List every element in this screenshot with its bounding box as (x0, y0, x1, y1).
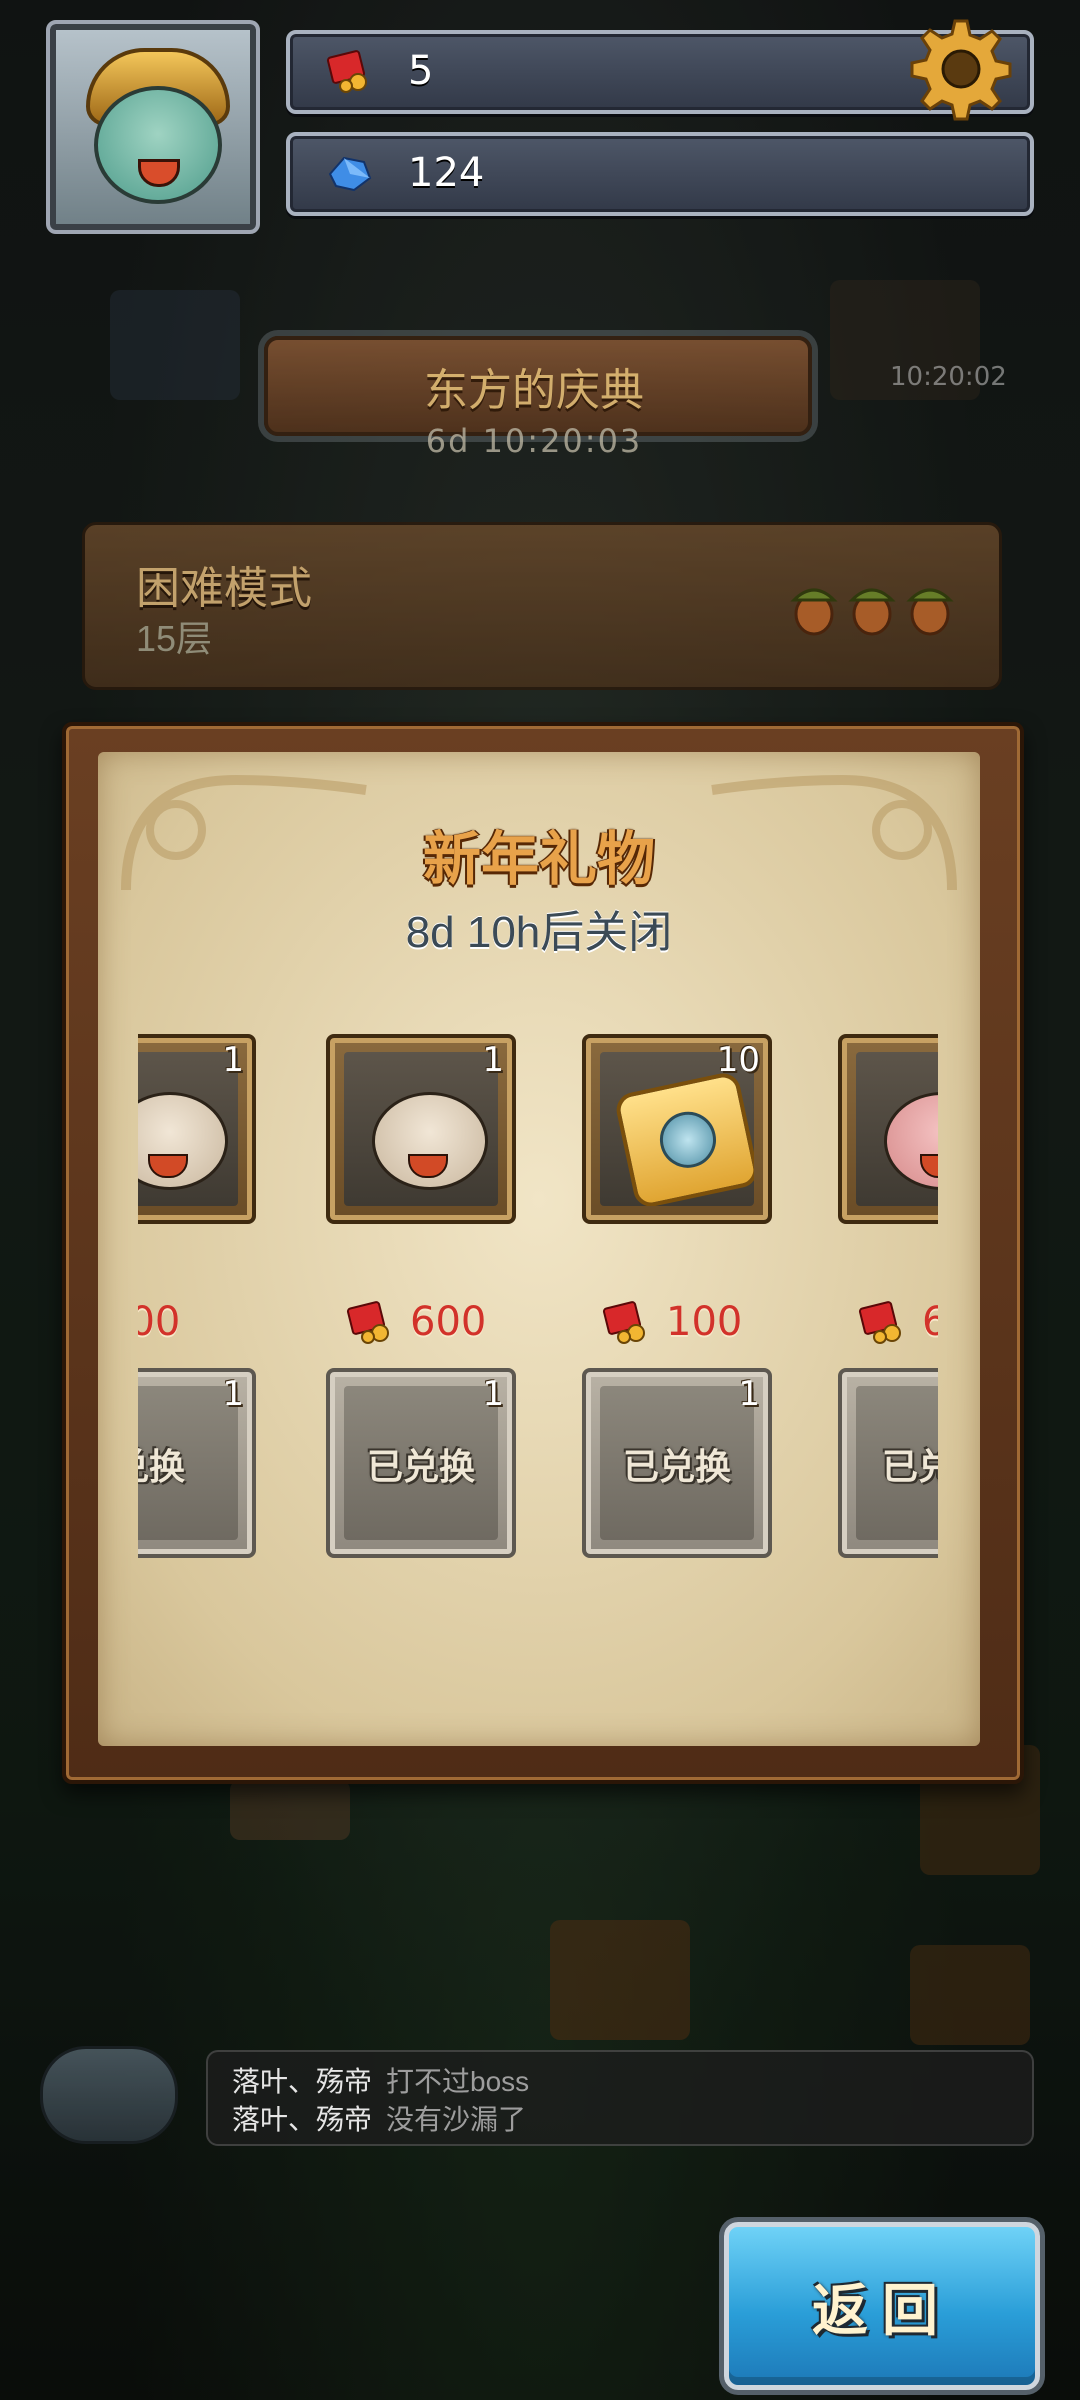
gift-panel-closing-time: 8d 10h后关闭 (405, 908, 673, 957)
reward-row: 1 1 10 600 (138, 1034, 938, 1345)
reward-tile-hero[interactable]: 1 (326, 1034, 516, 1224)
chat-radio-icon[interactable] (40, 2046, 178, 2144)
tile-inner (344, 1052, 498, 1206)
redeemed-label: 已兑换 (366, 1446, 475, 1487)
gift-panel-title: 新年礼物 (422, 827, 655, 892)
acorn-icon (790, 588, 838, 636)
acorn-icon (848, 588, 896, 636)
hard-mode-title: 困难模式 (136, 564, 312, 613)
reward-count: 10 (716, 1040, 760, 1080)
reward-carousel[interactable]: 1 1 10 600 (138, 1010, 938, 1610)
price-value: 600 (410, 1299, 487, 1345)
back-button[interactable]: 返回 (724, 2222, 1040, 2390)
redeemed-count: 1 (482, 1374, 504, 1414)
redeemed-label: 已兑换 (882, 1446, 938, 1487)
gem-currency-bar[interactable]: 124 (286, 132, 1034, 216)
chat-text: 没有沙漏了 (386, 2104, 527, 2135)
price-value: 600 (922, 1299, 938, 1345)
price-value: 100 (666, 1299, 743, 1345)
blue-gem-icon (324, 150, 374, 196)
reward-count: 1 (222, 1040, 244, 1080)
chat-text: 打不过boss (386, 2066, 530, 2097)
reward-price: 100 (600, 1292, 800, 1352)
reward-tile-puzzle[interactable]: 10 (582, 1034, 772, 1224)
chat-user: 落叶、殇帝 (232, 2066, 373, 2097)
hard-mode-floor: 15层 (136, 618, 213, 659)
reward-price: 600 (138, 1292, 304, 1352)
acorn-icons (788, 576, 956, 636)
player-avatar[interactable] (46, 20, 260, 234)
price-value: 600 (138, 1299, 181, 1345)
red-envelope-icon (602, 1301, 645, 1344)
redeemed-row: 已兑换 1 已兑换 1 已兑换 1 已兑换 (138, 1368, 938, 1568)
reward-price: 600 (344, 1292, 544, 1352)
puzzle-gem (654, 1106, 722, 1174)
redeemed-tile[interactable]: 已兑换 1 (138, 1368, 256, 1558)
side-building-timer: 10:20:02 (890, 362, 1007, 392)
tile-inner (856, 1052, 938, 1206)
redeemed-count: 1 (738, 1374, 760, 1414)
event-countdown: 6d 10:20:03 (425, 422, 643, 460)
redeemed-tile[interactable]: 已兑换 1 (326, 1368, 516, 1558)
redeemed-label: 已兑换 (622, 1446, 731, 1487)
reward-tile-hero[interactable]: 1 (138, 1034, 256, 1224)
red-envelope-icon (324, 48, 374, 94)
redeemed-label: 已兑换 (138, 1446, 185, 1487)
hero-portrait-icon (138, 1092, 228, 1190)
puzzle-piece-icon (613, 1070, 754, 1206)
red-envelope-icon (858, 1301, 901, 1344)
reward-tile-hero[interactable] (838, 1034, 938, 1224)
red-envelope-icon (346, 1301, 389, 1344)
chat-message: 落叶、殇帝 打不过boss (232, 2060, 529, 2100)
back-button-label: 返回 (812, 2278, 952, 2342)
red-envelope-count: 5 (408, 48, 434, 94)
reward-price: 600 (856, 1292, 938, 1352)
chat-message: 落叶、殇帝 没有沙漏了 (232, 2098, 526, 2138)
gem-count: 124 (408, 150, 485, 196)
redeemed-tile[interactable]: 已兑换 1 (582, 1368, 772, 1558)
acorn-icon (906, 588, 954, 636)
event-title: 东方的庆典 (424, 366, 644, 415)
chat-user: 落叶、殇帝 (232, 2104, 373, 2135)
redeemed-tile[interactable]: 已兑换 (838, 1368, 938, 1558)
reward-count: 1 (482, 1040, 504, 1080)
settings-gear-icon[interactable] (906, 14, 1016, 124)
redeemed-count: 1 (222, 1374, 244, 1414)
